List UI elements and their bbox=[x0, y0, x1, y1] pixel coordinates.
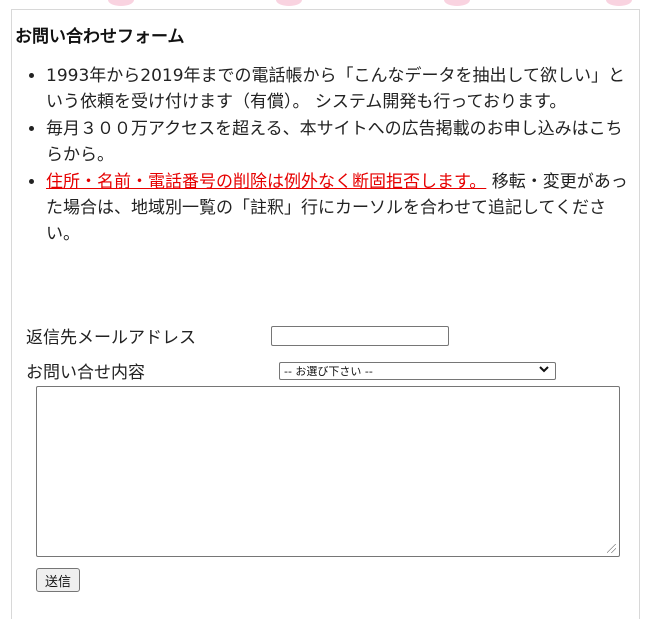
chevron-down-icon bbox=[539, 364, 549, 377]
paw-print-decoration bbox=[444, 0, 470, 6]
inquiry-label: お問い合せ内容 bbox=[26, 363, 145, 383]
notice-list: 1993年から2019年までの電話帳から「こんなデータを抽出して欲しい」という依… bbox=[26, 63, 634, 248]
deletion-policy-link[interactable]: 住所・名前・電話番号の削除は例外なく断固拒否します。 bbox=[46, 172, 486, 192]
paw-print-decoration bbox=[276, 0, 302, 6]
notice-item-data-extraction: 1993年から2019年までの電話帳から「こんなデータを抽出して欲しい」という依… bbox=[46, 63, 634, 115]
email-label: 返信先メールアドレス bbox=[26, 328, 196, 348]
inquiry-select-value: -- お選び下さい -- bbox=[284, 365, 373, 378]
resize-grip-icon[interactable] bbox=[607, 544, 616, 553]
notice-item-deletion-policy: 住所・名前・電話番号の削除は例外なく断固拒否します。 移転・変更があった場合は、… bbox=[46, 169, 634, 247]
message-textarea[interactable] bbox=[36, 386, 620, 557]
form-title: お問い合わせフォーム bbox=[15, 27, 185, 47]
paw-print-decoration bbox=[108, 0, 134, 6]
inquiry-select[interactable]: -- お選び下さい -- bbox=[279, 362, 556, 380]
email-field[interactable] bbox=[271, 326, 449, 346]
paw-print-decoration bbox=[606, 0, 632, 6]
notice-item-advertising: 毎月３００万アクセスを超える、本サイトへの広告掲載のお申し込みはこちらから。 bbox=[46, 116, 634, 168]
submit-button[interactable]: 送信 bbox=[36, 568, 80, 592]
